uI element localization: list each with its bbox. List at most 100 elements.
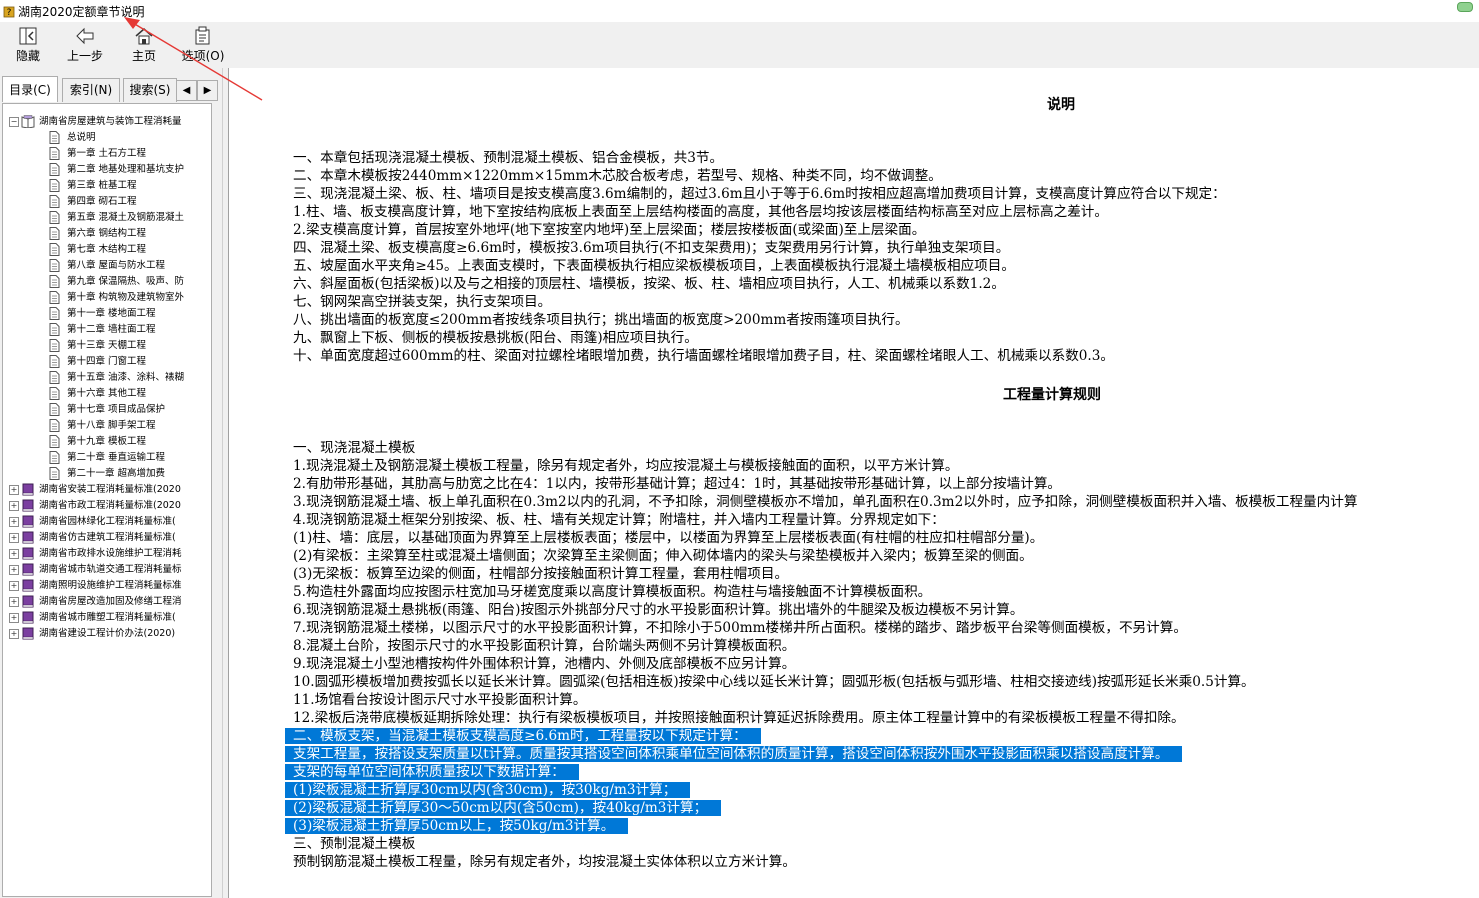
document-page-icon [49,275,60,288]
closed-book-icon [22,579,34,592]
tree-chapter-label: 第二章 地基处理和基坑支护 [67,164,185,175]
tree-book-label: 湖南省城市轨道交通工程消耗量标 [39,564,182,575]
document-page-icon [49,179,60,192]
document-page-icon [49,195,60,208]
tree-book-label: 湖南省仿古建筑工程消耗量标准( [39,532,176,543]
content-line: 七、钢网架高空拼装支架，执行支架项目。 [293,294,552,310]
closed-book-icon [22,531,34,544]
expand-icon[interactable]: + [9,485,19,495]
document-page-icon [49,355,60,368]
tree-chapter-label: 第十七章 项目成品保护 [67,404,166,415]
open-book-icon [21,115,35,128]
tree-book-label: 湖南省市政排水设施维护工程消耗 [39,548,182,559]
expand-icon[interactable]: + [9,533,19,543]
document-page-icon [49,227,60,240]
content-heading-rules: 工程量计算规则 [1003,387,1101,403]
content-line: 一、本章包括现浇混凝土模板、预制混凝土模板、铝合金模板，共3节。 [293,150,724,166]
content-line: 三、现浇混凝土梁、板、柱、墙项目是按支模高度3.6m编制的，超过3.6m且小于等… [293,186,1226,202]
content-line: 4.现浇钢筋混凝土框架分别按梁、板、柱、墙有关规定计算；附墙柱，并入墙内工程量计… [293,512,945,528]
content-line: 2.有肋带形基础，其肋高与肋宽之比在4：1以内，按带形基础计算；超过4：1时，其… [293,476,1062,492]
toolbar: 隐藏 上一步 主页 选项(O) [0,22,1479,69]
selected-text: 支架的每单位空间体积质量按以下数据计算： [285,764,579,780]
content-line: 二、模板支架，当混凝土模板支模高度≥6.6m时，工程量按以下规定计算： [285,727,761,745]
content-line: 8.混凝土台阶，按图示尺寸的水平投影面积计算，台阶端头两侧不另计算模板面积。 [293,638,796,654]
topic-content: 说明 一、本章包括现浇混凝土模板、预制混凝土模板、铝合金模板，共3节。 二、本章木… [228,68,1479,898]
document-page-icon [49,131,60,144]
window-title: 湖南2020定额章节说明 [18,5,145,19]
hide-button[interactable]: 隐藏 [0,24,56,66]
tab-index[interactable]: 索引(N) [62,78,120,102]
document-page-icon [49,403,60,416]
closed-book-icon [22,563,34,576]
expand-icon[interactable]: + [9,581,19,591]
collapse-icon[interactable]: − [9,117,19,127]
document-page-icon [49,435,60,448]
tree-book-label: 湖南省园林绿化工程消耗量标准( [39,516,176,527]
document-page-icon [49,307,60,320]
content-line: (1)柱、墙：底层，以基础顶面为界算至上层楼板表面；楼层中，以楼面为界算至上层楼… [293,530,1044,546]
home-button[interactable]: 主页 [116,24,172,66]
content-line: 3.现浇钢筋混凝土墙、板上单孔面积在0.3m2以内的孔洞，不予扣除，洞侧壁模板亦… [293,494,1358,510]
options-button[interactable]: 选项(O) [175,24,231,66]
expand-icon[interactable]: + [9,629,19,639]
tree-chapter-label: 第十八章 脚手架工程 [67,420,156,431]
tree-chapter-label: 第九章 保温隔热、吸声、防 [67,276,185,287]
content-line: 预制钢筋混凝土模板工程量，除另有规定者外，均按混凝土实体体积以立方米计算。 [293,854,796,870]
content-line: 五、坡屋面水平夹角≥45。上表面支模时，下表面模板执行相应梁板模板项目，上表面模… [293,258,1015,274]
closed-book-icon [22,611,34,624]
tree-chapter-label: 第八章 屋面与防水工程 [67,260,166,271]
document-page-icon [49,259,60,272]
expand-icon[interactable]: + [9,549,19,559]
tab-scroll-left-icon[interactable]: ◀ [176,80,197,101]
tree-scrollbar[interactable] [212,103,220,897]
content-line: 2.梁支模高度计算，首层按室外地坪(地下室按室内地坪)至上层梁面；楼层按楼板面(… [293,222,926,238]
tree-chapter-label: 第十二章 墙柱面工程 [67,324,156,335]
selected-text: (3)梁板混凝土折算厚50cm以上，按50kg/m3计算。 [285,818,629,834]
tree-chapter-label: 第七章 木结构工程 [67,244,147,255]
content-line: 11.场馆看台按设计图示尺寸水平投影面积计算。 [293,692,587,708]
tab-scroll-arrows: ◀ ▶ [176,80,218,101]
back-arrow-icon [76,27,94,45]
expand-icon[interactable]: + [9,613,19,623]
content-line: 5.构造柱外露面均应按图示柱宽加马牙槎宽度乘以高度计算模板面积。构造柱与墙接触面… [293,584,932,600]
tree-chapter-label: 第二十章 垂直运输工程 [67,452,166,463]
content-line: (2)梁板混凝土折算厚30～50cm以内(含50cm)，按40kg/m3计算； [285,799,722,817]
document-page-icon [49,371,60,384]
selected-text: 二、模板支架，当混凝土模板支模高度≥6.6m时，工程量按以下规定计算： [285,728,761,744]
tab-scroll-right-icon[interactable]: ▶ [197,80,218,101]
content-line: 12.梁板后浇带底模板延期拆除处理：执行有梁板模板项目，并按照接触面积计算延迟拆… [293,710,1185,726]
tree-chapter-label: 第三章 桩基工程 [67,180,137,191]
content-line: 支架工程量，按搭设支架质量以t计算。质量按其搭设空间体积乘单位空间体积的质量计算… [285,745,1183,763]
content-line: 八、挑出墙面的板宽度≤200mm者按线条项目执行；挑出墙面的板宽度>200mm者… [293,312,909,328]
closed-book-icon [22,499,34,512]
window-status-icon[interactable] [1457,2,1473,12]
svg-text:?: ? [7,8,12,18]
hide-label: 隐藏 [15,49,40,63]
tree-chapter-label: 第十一章 楼地面工程 [67,308,156,319]
expand-icon[interactable]: + [9,565,19,575]
tab-contents[interactable]: 目录(C) [2,76,58,102]
expand-icon[interactable]: + [9,501,19,511]
tree-chapter-label: 第十章 构筑物及建筑物室外 [67,292,185,303]
content-line: 九、飘窗上下板、侧板的模板按悬挑板(阳台、雨篷)相应项目执行。 [293,330,698,346]
document-page-icon [49,451,60,464]
tree-chapter-label: 第十三章 天棚工程 [67,340,147,351]
closed-book-icon [22,627,34,640]
navigation-pane: 目录(C) 索引(N) 搜索(S) ◀ ▶ − 湖南省房屋建筑与装饰工程消耗量 … [0,68,222,898]
tree-chapter-label: 第十九章 模板工程 [67,436,147,447]
document-page-icon [49,243,60,256]
document-page-icon [49,211,60,224]
document-page-icon [49,147,60,160]
content-line: 1.柱、墙、板支模高度计算，地下室按结构底板上表面至上层结构楼面的高度，其他各层… [293,204,1108,220]
tab-search[interactable]: 搜索(S) [123,78,177,102]
closed-book-icon [22,515,34,528]
expand-icon[interactable]: + [9,597,19,607]
content-line: 6.现浇钢筋混凝土悬挑板(雨篷、阳台)按图示外挑部分尺寸的水平投影面积计算。挑出… [293,602,1024,618]
tree-chapter-label: 第二十一章 超高增加费 [67,468,166,479]
nav-tabs: 目录(C) 索引(N) 搜索(S) ◀ ▶ [2,76,218,102]
expand-icon[interactable]: + [9,517,19,527]
contents-tree: − 湖南省房屋建筑与装饰工程消耗量 总说明 第一章 土石方工程 第二章 地基处理和基… [2,103,212,897]
back-button[interactable]: 上一步 [57,24,113,66]
options-label: 选项(O) [181,49,225,63]
selected-text: (2)梁板混凝土折算厚30～50cm以内(含50cm)，按40kg/m3计算； [285,800,722,816]
